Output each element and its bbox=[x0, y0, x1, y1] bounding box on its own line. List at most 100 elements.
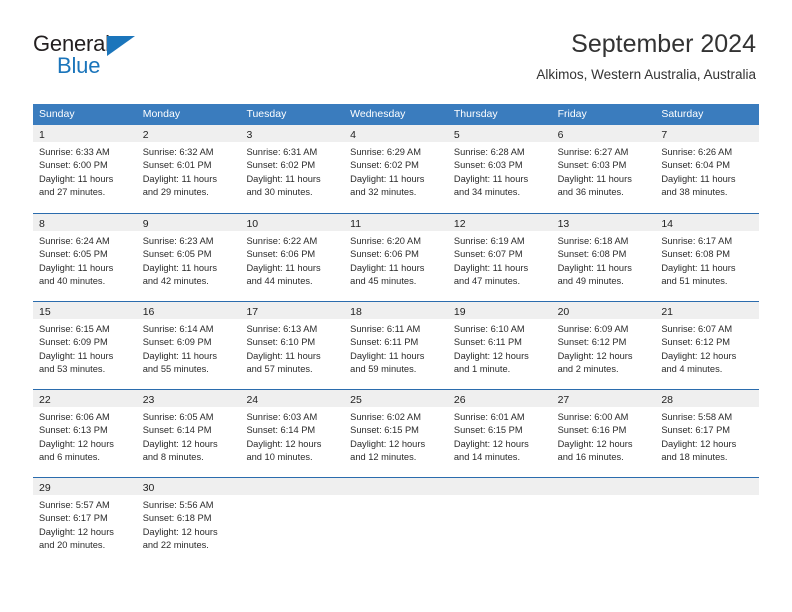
day-number-band: 23 bbox=[136, 390, 241, 407]
daylight-text-line1: Daylight: 11 hours bbox=[350, 262, 425, 273]
day-details: Sunrise: 6:33 AM Sunset: 6:00 PM Dayligh… bbox=[33, 142, 137, 200]
day-number-band bbox=[447, 478, 552, 495]
daylight-text-line1: Daylight: 12 hours bbox=[39, 438, 114, 449]
daylight-text-line1: Daylight: 12 hours bbox=[453, 350, 529, 361]
day-cell[interactable]: 11 Sunrise: 6:20 AM Sunset: 6:06 PM Dayl… bbox=[344, 214, 448, 301]
day-details: Sunrise: 6:11 AM Sunset: 6:11 PM Dayligh… bbox=[344, 319, 448, 377]
day-number-band bbox=[551, 478, 656, 495]
day-details: Sunrise: 6:26 AM Sunset: 6:04 PM Dayligh… bbox=[655, 142, 759, 200]
day-cell[interactable]: 1 Sunrise: 6:33 AM Sunset: 6:00 PM Dayli… bbox=[33, 125, 137, 213]
sunset-text: Sunset: 6:16 PM bbox=[557, 425, 627, 436]
week-row: 22 Sunrise: 6:06 AM Sunset: 6:13 PM Dayl… bbox=[33, 389, 760, 477]
day-number-band: 20 bbox=[551, 302, 656, 319]
day-cell[interactable]: 16 Sunrise: 6:14 AM Sunset: 6:09 PM Dayl… bbox=[136, 302, 241, 389]
daylight-text-line2: and 14 minutes. bbox=[453, 452, 521, 463]
daylight-text-line1: Daylight: 12 hours bbox=[557, 350, 633, 361]
sunset-text: Sunset: 6:03 PM bbox=[453, 160, 523, 171]
day-number-band: 3 bbox=[240, 125, 345, 142]
day-cell[interactable]: 9 Sunrise: 6:23 AM Sunset: 6:05 PM Dayli… bbox=[136, 214, 241, 301]
day-number-band: 5 bbox=[447, 125, 552, 142]
daylight-text-line2: and 40 minutes. bbox=[39, 276, 106, 287]
weekday-header-tuesday: Tuesday bbox=[246, 108, 287, 120]
day-number-band: 10 bbox=[240, 214, 345, 231]
daylight-text-line1: Daylight: 11 hours bbox=[350, 350, 425, 361]
day-details: Sunrise: 6:10 AM Sunset: 6:11 PM Dayligh… bbox=[448, 319, 552, 377]
day-cell[interactable]: 25 Sunrise: 6:02 AM Sunset: 6:15 PM Dayl… bbox=[344, 390, 448, 477]
day-cell[interactable]: 23 Sunrise: 6:05 AM Sunset: 6:14 PM Dayl… bbox=[136, 390, 241, 477]
daylight-text-line1: Daylight: 12 hours bbox=[661, 350, 737, 361]
day-cell[interactable]: 5 Sunrise: 6:28 AM Sunset: 6:03 PM Dayli… bbox=[447, 125, 552, 213]
title-block: September 2024 Alkimos, Western Australi… bbox=[536, 28, 756, 83]
day-details: Sunrise: 6:19 AM Sunset: 6:07 PM Dayligh… bbox=[448, 231, 552, 289]
sunrise-text: Sunrise: 6:24 AM bbox=[39, 236, 110, 246]
day-cell[interactable]: 2 Sunrise: 6:32 AM Sunset: 6:01 PM Dayli… bbox=[136, 125, 241, 213]
day-details: Sunrise: 5:58 AM Sunset: 6:17 PM Dayligh… bbox=[655, 407, 759, 465]
sunrise-text: Sunrise: 6:01 AM bbox=[453, 412, 525, 422]
day-cell-empty bbox=[655, 478, 760, 565]
day-number-band: 22 bbox=[33, 390, 137, 407]
day-number: 28 bbox=[661, 394, 673, 406]
day-cell[interactable]: 14 Sunrise: 6:17 AM Sunset: 6:08 PM Dayl… bbox=[655, 214, 760, 301]
day-number: 10 bbox=[246, 218, 259, 230]
daylight-text-line2: and 6 minutes. bbox=[39, 452, 100, 463]
day-number-band: 4 bbox=[344, 125, 448, 142]
day-cell[interactable]: 27 Sunrise: 6:00 AM Sunset: 6:16 PM Dayl… bbox=[551, 390, 656, 477]
day-cell[interactable]: 28 Sunrise: 5:58 AM Sunset: 6:17 PM Dayl… bbox=[655, 390, 760, 477]
day-cell[interactable]: 19 Sunrise: 6:10 AM Sunset: 6:11 PM Dayl… bbox=[447, 302, 552, 389]
day-cell[interactable]: 10 Sunrise: 6:22 AM Sunset: 6:06 PM Dayl… bbox=[240, 214, 345, 301]
day-cell[interactable]: 15 Sunrise: 6:15 AM Sunset: 6:09 PM Dayl… bbox=[33, 302, 137, 389]
day-cell[interactable]: 22 Sunrise: 6:06 AM Sunset: 6:13 PM Dayl… bbox=[33, 390, 137, 477]
sunset-text: Sunset: 6:17 PM bbox=[661, 425, 731, 436]
day-cell[interactable]: 13 Sunrise: 6:18 AM Sunset: 6:08 PM Dayl… bbox=[551, 214, 656, 301]
day-details: Sunrise: 5:57 AM Sunset: 6:17 PM Dayligh… bbox=[33, 495, 137, 553]
day-number: 25 bbox=[350, 394, 362, 406]
sunrise-text: Sunrise: 6:15 AM bbox=[39, 324, 110, 334]
daylight-text-line1: Daylight: 11 hours bbox=[557, 262, 632, 273]
daylight-text-line1: Daylight: 11 hours bbox=[246, 173, 321, 184]
general-blue-logo[interactable]: General Blue bbox=[33, 31, 233, 83]
day-number-band: 26 bbox=[447, 390, 552, 407]
sunset-text: Sunset: 6:07 PM bbox=[453, 249, 523, 260]
day-cell-empty bbox=[240, 478, 345, 565]
sunrise-text: Sunrise: 6:00 AM bbox=[557, 412, 629, 422]
day-details: Sunrise: 6:32 AM Sunset: 6:01 PM Dayligh… bbox=[137, 142, 241, 200]
day-number: 24 bbox=[246, 394, 259, 406]
daylight-text-line2: and 1 minute. bbox=[453, 364, 511, 375]
daylight-text-line2: and 8 minutes. bbox=[142, 452, 204, 463]
day-number: 21 bbox=[661, 306, 673, 318]
day-number-band: 14 bbox=[655, 214, 760, 231]
day-cell[interactable]: 29 Sunrise: 5:57 AM Sunset: 6:17 PM Dayl… bbox=[33, 478, 137, 565]
week-row: 15 Sunrise: 6:15 AM Sunset: 6:09 PM Dayl… bbox=[33, 301, 760, 389]
day-details: Sunrise: 6:28 AM Sunset: 6:03 PM Dayligh… bbox=[448, 142, 552, 200]
calendar-grid: Sunday Monday Tuesday Wednesday Thursday… bbox=[33, 104, 760, 565]
day-details: Sunrise: 6:02 AM Sunset: 6:15 PM Dayligh… bbox=[344, 407, 448, 465]
daylight-text-line1: Daylight: 12 hours bbox=[350, 438, 426, 449]
sunrise-text: Sunrise: 6:13 AM bbox=[246, 324, 318, 334]
day-details: Sunrise: 6:05 AM Sunset: 6:14 PM Dayligh… bbox=[137, 407, 241, 465]
day-cell[interactable]: 26 Sunrise: 6:01 AM Sunset: 6:15 PM Dayl… bbox=[447, 390, 552, 477]
day-details: Sunrise: 6:18 AM Sunset: 6:08 PM Dayligh… bbox=[552, 231, 656, 289]
day-cell[interactable]: 3 Sunrise: 6:31 AM Sunset: 6:02 PM Dayli… bbox=[240, 125, 345, 213]
day-cell[interactable]: 30 Sunrise: 5:56 AM Sunset: 6:18 PM Dayl… bbox=[136, 478, 241, 565]
day-cell[interactable]: 12 Sunrise: 6:19 AM Sunset: 6:07 PM Dayl… bbox=[447, 214, 552, 301]
sunrise-text: Sunrise: 6:26 AM bbox=[661, 147, 733, 157]
sunrise-text: Sunrise: 5:57 AM bbox=[39, 500, 110, 510]
day-cell[interactable]: 8 Sunrise: 6:24 AM Sunset: 6:05 PM Dayli… bbox=[33, 214, 137, 301]
day-cell[interactable]: 24 Sunrise: 6:03 AM Sunset: 6:14 PM Dayl… bbox=[240, 390, 345, 477]
day-number-band: 18 bbox=[344, 302, 448, 319]
day-cell[interactable]: 4 Sunrise: 6:29 AM Sunset: 6:02 PM Dayli… bbox=[344, 125, 448, 213]
daylight-text-line1: Daylight: 11 hours bbox=[350, 173, 425, 184]
day-details: Sunrise: 5:56 AM Sunset: 6:18 PM Dayligh… bbox=[137, 495, 241, 553]
week-row: 1 Sunrise: 6:33 AM Sunset: 6:00 PM Dayli… bbox=[33, 125, 760, 213]
day-number-band bbox=[240, 478, 345, 495]
day-number: 29 bbox=[39, 482, 51, 494]
daylight-text-line1: Daylight: 11 hours bbox=[661, 262, 736, 273]
day-cell[interactable]: 17 Sunrise: 6:13 AM Sunset: 6:10 PM Dayl… bbox=[240, 302, 345, 389]
day-number-band: 27 bbox=[551, 390, 656, 407]
day-cell[interactable]: 6 Sunrise: 6:27 AM Sunset: 6:03 PM Dayli… bbox=[551, 125, 656, 213]
day-cell[interactable]: 21 Sunrise: 6:07 AM Sunset: 6:12 PM Dayl… bbox=[655, 302, 760, 389]
day-cell[interactable]: 18 Sunrise: 6:11 AM Sunset: 6:11 PM Dayl… bbox=[344, 302, 448, 389]
day-cell[interactable]: 20 Sunrise: 6:09 AM Sunset: 6:12 PM Dayl… bbox=[551, 302, 656, 389]
day-cell[interactable]: 7 Sunrise: 6:26 AM Sunset: 6:04 PM Dayli… bbox=[655, 125, 760, 213]
sunrise-text: Sunrise: 6:31 AM bbox=[246, 147, 318, 157]
